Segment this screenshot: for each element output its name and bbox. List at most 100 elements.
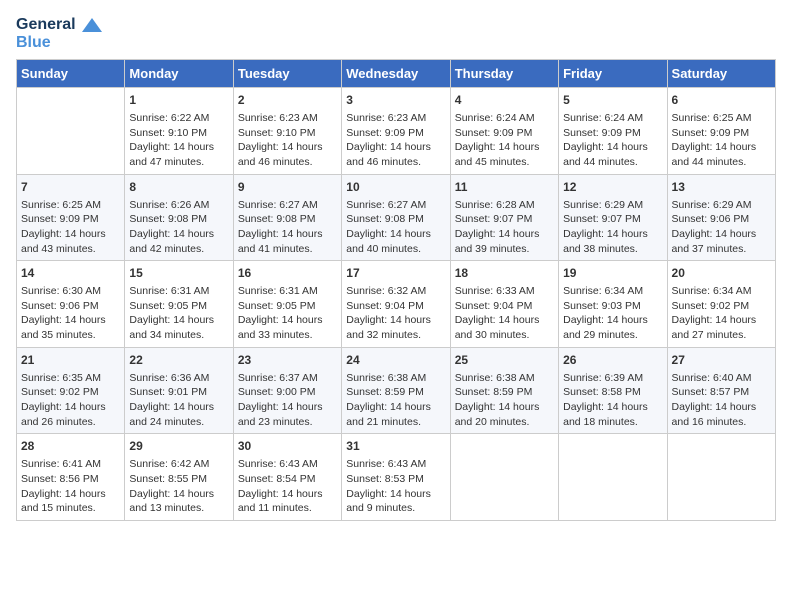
cell-content: Sunrise: 6:34 AM Sunset: 9:03 PM Dayligh… xyxy=(563,284,662,343)
header: General Blue xyxy=(16,16,776,51)
cell-content: Sunrise: 6:26 AM Sunset: 9:08 PM Dayligh… xyxy=(129,198,228,257)
calendar-cell xyxy=(17,88,125,175)
calendar-week-row: 14 Sunrise: 6:30 AM Sunset: 9:06 PM Dayli… xyxy=(17,261,776,348)
cell-content: Sunrise: 6:43 AM Sunset: 8:54 PM Dayligh… xyxy=(238,457,337,516)
day-number: 26 xyxy=(563,352,662,369)
calendar-cell: 15 Sunrise: 6:31 AM Sunset: 9:05 PM Dayli… xyxy=(125,261,233,348)
day-number: 31 xyxy=(346,438,445,455)
cell-content: Sunrise: 6:40 AM Sunset: 8:57 PM Dayligh… xyxy=(672,371,771,430)
cell-content: Sunrise: 6:28 AM Sunset: 9:07 PM Dayligh… xyxy=(455,198,554,257)
day-number: 3 xyxy=(346,92,445,109)
calendar-week-row: 21Sunrise: 6:35 AM Sunset: 9:02 PM Dayli… xyxy=(17,347,776,434)
day-number: 30 xyxy=(238,438,337,455)
cell-content: Sunrise: 6:25 AM Sunset: 9:09 PM Dayligh… xyxy=(672,111,771,170)
day-number: 6 xyxy=(672,92,771,109)
day-number: 10 xyxy=(346,179,445,196)
calendar-cell: 1 Sunrise: 6:22 AM Sunset: 9:10 PM Daylig… xyxy=(125,88,233,175)
calendar-cell: 5 Sunrise: 6:24 AM Sunset: 9:09 PM Daylig… xyxy=(559,88,667,175)
day-number: 29 xyxy=(129,438,228,455)
cell-content: Sunrise: 6:35 AM Sunset: 9:02 PM Dayligh… xyxy=(21,371,120,430)
day-number: 25 xyxy=(455,352,554,369)
calendar-cell: 11 Sunrise: 6:28 AM Sunset: 9:07 PM Dayli… xyxy=(450,174,558,261)
calendar-cell: 22 Sunrise: 6:36 AM Sunset: 9:01 PM Dayli… xyxy=(125,347,233,434)
calendar-cell xyxy=(667,434,775,521)
day-number: 13 xyxy=(672,179,771,196)
cell-content: Sunrise: 6:29 AM Sunset: 9:06 PM Dayligh… xyxy=(672,198,771,257)
cell-content: Sunrise: 6:23 AM Sunset: 9:09 PM Dayligh… xyxy=(346,111,445,170)
calendar-cell: 26 Sunrise: 6:39 AM Sunset: 8:58 PM Dayli… xyxy=(559,347,667,434)
calendar-cell: 31Sunrise: 6:43 AM Sunset: 8:53 PM Dayli… xyxy=(342,434,450,521)
calendar-cell: 27 Sunrise: 6:40 AM Sunset: 8:57 PM Dayli… xyxy=(667,347,775,434)
cell-content: Sunrise: 6:24 AM Sunset: 9:09 PM Dayligh… xyxy=(455,111,554,170)
calendar-cell: 28 Sunrise: 6:41 AM Sunset: 8:56 PM Dayli… xyxy=(17,434,125,521)
cell-content: Sunrise: 6:38 AM Sunset: 8:59 PM Dayligh… xyxy=(346,371,445,430)
day-header: Friday xyxy=(559,60,667,88)
calendar-cell: 18 Sunrise: 6:33 AM Sunset: 9:04 PM Dayli… xyxy=(450,261,558,348)
cell-content: Sunrise: 6:27 AM Sunset: 9:08 PM Dayligh… xyxy=(238,198,337,257)
day-header: Thursday xyxy=(450,60,558,88)
cell-content: Sunrise: 6:32 AM Sunset: 9:04 PM Dayligh… xyxy=(346,284,445,343)
calendar-cell: 4 Sunrise: 6:24 AM Sunset: 9:09 PM Daylig… xyxy=(450,88,558,175)
calendar-cell: 9 Sunrise: 6:27 AM Sunset: 9:08 PM Daylig… xyxy=(233,174,341,261)
logo-line2: Blue xyxy=(16,34,102,52)
day-number: 24 xyxy=(346,352,445,369)
cell-content: Sunrise: 6:24 AM Sunset: 9:09 PM Dayligh… xyxy=(563,111,662,170)
cell-content: Sunrise: 6:29 AM Sunset: 9:07 PM Dayligh… xyxy=(563,198,662,257)
day-number: 19 xyxy=(563,265,662,282)
day-header: Sunday xyxy=(17,60,125,88)
calendar-cell: 19 Sunrise: 6:34 AM Sunset: 9:03 PM Dayli… xyxy=(559,261,667,348)
cell-content: Sunrise: 6:37 AM Sunset: 9:00 PM Dayligh… xyxy=(238,371,337,430)
day-number: 5 xyxy=(563,92,662,109)
logo: General Blue xyxy=(16,16,102,51)
day-number: 17 xyxy=(346,265,445,282)
day-header: Wednesday xyxy=(342,60,450,88)
day-number: 9 xyxy=(238,179,337,196)
day-number: 20 xyxy=(672,265,771,282)
calendar-cell: 20Sunrise: 6:34 AM Sunset: 9:02 PM Dayli… xyxy=(667,261,775,348)
calendar-cell: 21Sunrise: 6:35 AM Sunset: 9:02 PM Dayli… xyxy=(17,347,125,434)
calendar-cell xyxy=(450,434,558,521)
calendar-cell: 29Sunrise: 6:42 AM Sunset: 8:55 PM Dayli… xyxy=(125,434,233,521)
day-number: 12 xyxy=(563,179,662,196)
day-number: 1 xyxy=(129,92,228,109)
calendar-cell: 13 Sunrise: 6:29 AM Sunset: 9:06 PM Dayli… xyxy=(667,174,775,261)
cell-content: Sunrise: 6:23 AM Sunset: 9:10 PM Dayligh… xyxy=(238,111,337,170)
cell-content: Sunrise: 6:41 AM Sunset: 8:56 PM Dayligh… xyxy=(21,457,120,516)
calendar-cell: 25 Sunrise: 6:38 AM Sunset: 8:59 PM Dayli… xyxy=(450,347,558,434)
cell-content: Sunrise: 6:39 AM Sunset: 8:58 PM Dayligh… xyxy=(563,371,662,430)
day-number: 18 xyxy=(455,265,554,282)
calendar-week-row: 7 Sunrise: 6:25 AM Sunset: 9:09 PM Daylig… xyxy=(17,174,776,261)
day-number: 28 xyxy=(21,438,120,455)
cell-content: Sunrise: 6:38 AM Sunset: 8:59 PM Dayligh… xyxy=(455,371,554,430)
day-number: 15 xyxy=(129,265,228,282)
cell-content: Sunrise: 6:22 AM Sunset: 9:10 PM Dayligh… xyxy=(129,111,228,170)
day-header: Saturday xyxy=(667,60,775,88)
day-number: 22 xyxy=(129,352,228,369)
calendar-cell: 16 Sunrise: 6:31 AM Sunset: 9:05 PM Dayli… xyxy=(233,261,341,348)
day-number: 27 xyxy=(672,352,771,369)
calendar-cell: 23 Sunrise: 6:37 AM Sunset: 9:00 PM Dayli… xyxy=(233,347,341,434)
calendar-table: SundayMondayTuesdayWednesdayThursdayFrid… xyxy=(16,59,776,521)
day-number: 16 xyxy=(238,265,337,282)
calendar-cell: 8 Sunrise: 6:26 AM Sunset: 9:08 PM Daylig… xyxy=(125,174,233,261)
day-number: 14 xyxy=(21,265,120,282)
calendar-cell: 14 Sunrise: 6:30 AM Sunset: 9:06 PM Dayli… xyxy=(17,261,125,348)
calendar-cell: 17 Sunrise: 6:32 AM Sunset: 9:04 PM Dayli… xyxy=(342,261,450,348)
day-number: 23 xyxy=(238,352,337,369)
cell-content: Sunrise: 6:36 AM Sunset: 9:01 PM Dayligh… xyxy=(129,371,228,430)
day-header: Tuesday xyxy=(233,60,341,88)
day-number: 8 xyxy=(129,179,228,196)
cell-content: Sunrise: 6:25 AM Sunset: 9:09 PM Dayligh… xyxy=(21,198,120,257)
header-row: SundayMondayTuesdayWednesdayThursdayFrid… xyxy=(17,60,776,88)
cell-content: Sunrise: 6:33 AM Sunset: 9:04 PM Dayligh… xyxy=(455,284,554,343)
day-number: 2 xyxy=(238,92,337,109)
day-number: 7 xyxy=(21,179,120,196)
day-number: 4 xyxy=(455,92,554,109)
cell-content: Sunrise: 6:31 AM Sunset: 9:05 PM Dayligh… xyxy=(129,284,228,343)
calendar-cell: 10Sunrise: 6:27 AM Sunset: 9:08 PM Dayli… xyxy=(342,174,450,261)
cell-content: Sunrise: 6:30 AM Sunset: 9:06 PM Dayligh… xyxy=(21,284,120,343)
calendar-cell: 24 Sunrise: 6:38 AM Sunset: 8:59 PM Dayli… xyxy=(342,347,450,434)
day-number: 11 xyxy=(455,179,554,196)
calendar-cell: 30 Sunrise: 6:43 AM Sunset: 8:54 PM Dayli… xyxy=(233,434,341,521)
cell-content: Sunrise: 6:31 AM Sunset: 9:05 PM Dayligh… xyxy=(238,284,337,343)
